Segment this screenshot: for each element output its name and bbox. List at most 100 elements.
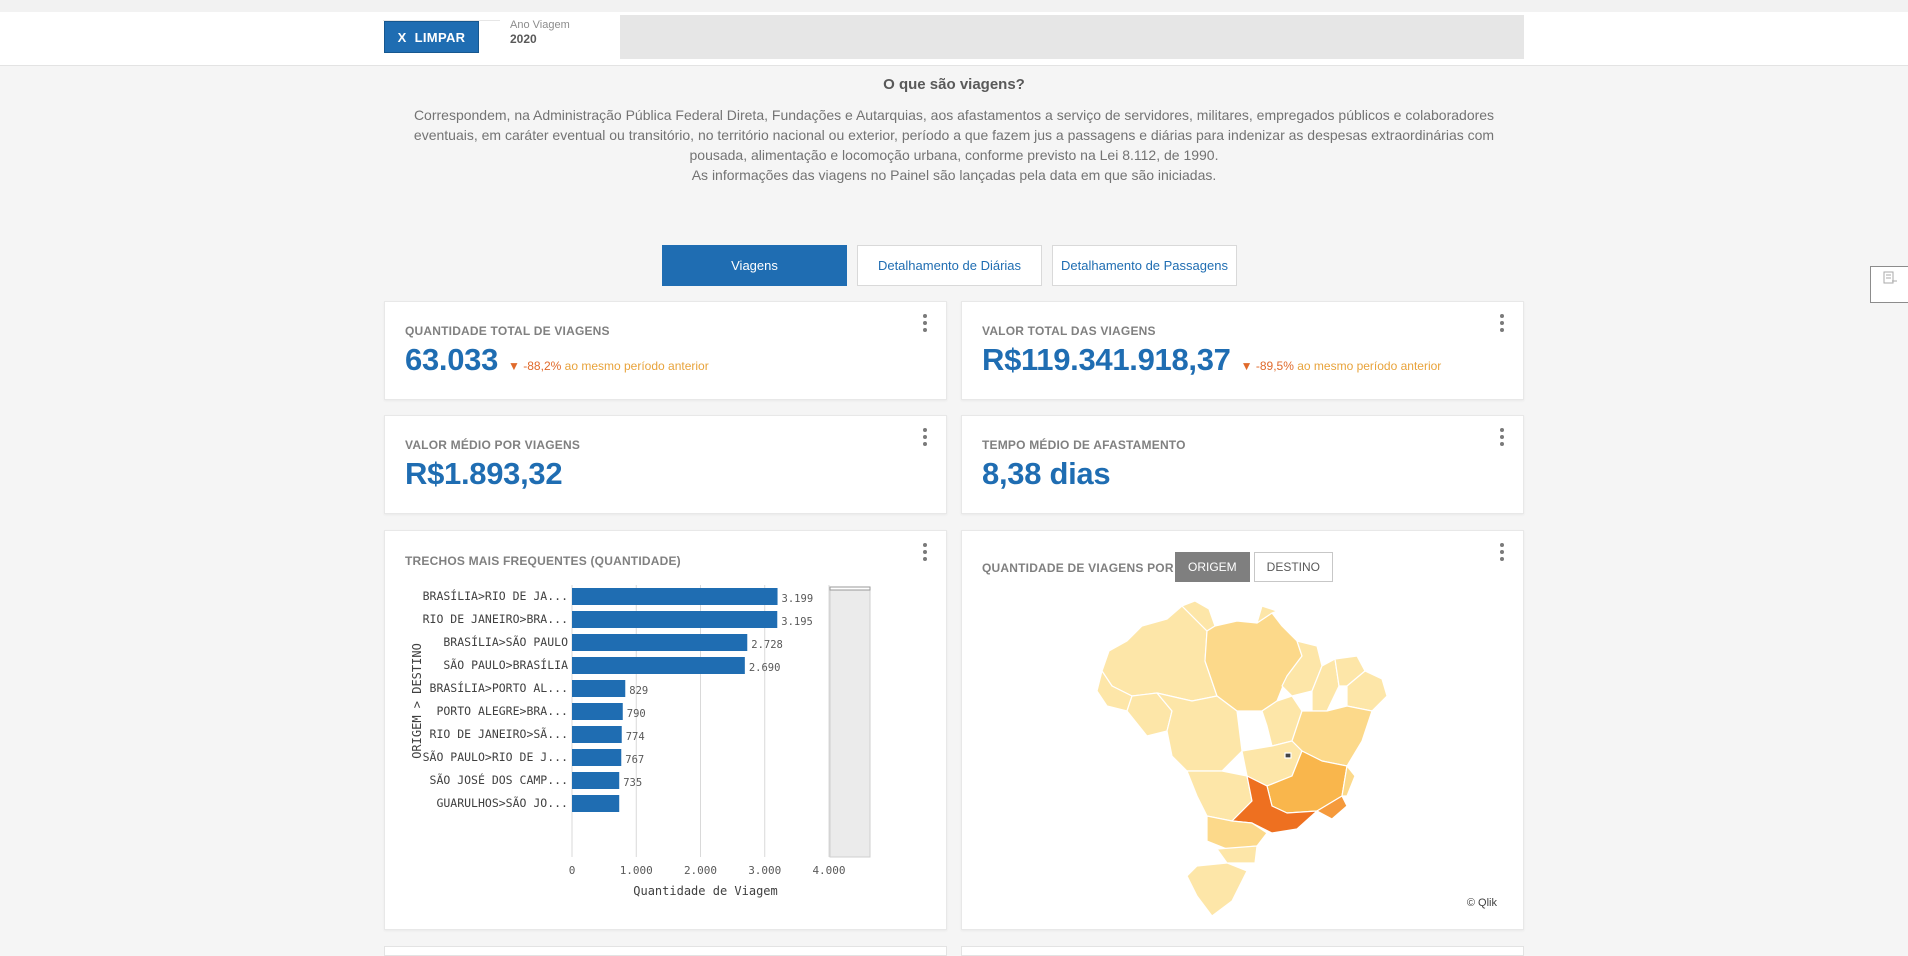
origin-button[interactable]: ORIGEM xyxy=(1175,552,1250,582)
state-df xyxy=(1284,752,1292,759)
down-arrow-icon: ▼ xyxy=(1240,359,1253,373)
year-filter-value: 2020 xyxy=(510,32,537,46)
value-label: 829 xyxy=(629,685,648,697)
more-options-icon[interactable] xyxy=(920,426,930,448)
x-tick-label: 3.000 xyxy=(748,864,781,877)
state-pa xyxy=(1204,612,1303,712)
bar xyxy=(572,703,623,720)
kpi-value: R$119.341.918,37 xyxy=(982,342,1231,377)
filter-placeholder-area xyxy=(620,15,1524,59)
year-filter-label: Ano Viagem xyxy=(510,19,570,31)
intro-line: pousada, alimentação e locomoção urbana,… xyxy=(689,147,1219,163)
more-options-icon[interactable] xyxy=(920,541,930,563)
chart-scrollbar-thumb xyxy=(829,586,871,591)
kpi-card-total-trips: QUANTIDADE TOTAL DE VIAGENS 63.033 ▼ -88… xyxy=(384,301,947,400)
category-label: GUARULHOS>SÃO JO... xyxy=(436,795,568,810)
destination-button[interactable]: DESTINO xyxy=(1253,552,1334,582)
bar xyxy=(572,749,622,766)
bar xyxy=(572,680,626,697)
card-title: TRECHOS MAIS FREQUENTES (QUANTIDADE) xyxy=(405,554,681,568)
intro-text: Correspondem, na Administração Pública F… xyxy=(384,105,1524,185)
value-label: 3.199 xyxy=(782,593,814,605)
view-tabs: Viagens Detalhamento de Diárias Detalham… xyxy=(662,245,1237,286)
kpi-value: R$1.893,32 xyxy=(405,456,563,491)
category-label: RIO DE JANEIRO>BRA... xyxy=(423,612,568,626)
x-tick-label: 0 xyxy=(569,864,576,877)
bar xyxy=(572,634,748,651)
more-options-icon[interactable] xyxy=(1497,426,1507,448)
tab-detalhamento-diarias[interactable]: Detalhamento de Diárias xyxy=(857,245,1042,286)
document-icon xyxy=(1883,271,1897,284)
kpi-delta-text: ao mesmo período anterior xyxy=(564,359,709,373)
value-label: 2.690 xyxy=(749,662,781,674)
bar xyxy=(572,588,778,605)
map-card: QUANTIDADE DE VIAGENS POR ORIGEM DESTINO xyxy=(961,530,1524,930)
tab-viagens[interactable]: Viagens xyxy=(662,245,847,286)
kpi: R$119.341.918,37 ▼ -89,5% ao mesmo perío… xyxy=(982,342,1441,378)
clear-filters-label: LIMPAR xyxy=(414,29,466,45)
x-tick-label: 2.000 xyxy=(684,864,717,877)
year-filter-chip[interactable]: Ano Viagem 2020 xyxy=(500,17,620,57)
next-card-left xyxy=(384,946,947,956)
bar xyxy=(572,772,620,789)
card-title: QUANTIDADE TOTAL DE VIAGENS xyxy=(405,324,610,338)
clear-filters-button[interactable]: X LIMPAR xyxy=(384,21,479,53)
y-axis-label: ORIGEM > DESTINO xyxy=(410,643,424,759)
intro-line: As informações das viagens no Painel são… xyxy=(691,167,1217,183)
kpi-delta-pct: -88,2% xyxy=(523,359,562,373)
tab-detalhamento-passagens[interactable]: Detalhamento de Passagens xyxy=(1052,245,1237,286)
intro-line: Correspondem, na Administração Pública F… xyxy=(413,107,1495,123)
category-label: RIO DE JANEIRO>SÃ... xyxy=(430,726,568,741)
kpi: R$1.893,32 xyxy=(405,456,563,492)
kpi: 8,38 dias xyxy=(982,456,1111,492)
value-label: 774 xyxy=(626,731,645,743)
card-title: QUANTIDADE DE VIAGENS POR xyxy=(982,561,1174,575)
state-mt xyxy=(1156,692,1243,772)
value-label: 735 xyxy=(623,777,642,789)
chart-scrollbar xyxy=(829,586,871,858)
category-label: SÃO JOSÉ DOS CAMP... xyxy=(430,772,568,787)
kpi-delta: ▼ -88,2% ao mesmo período anterior xyxy=(508,359,709,373)
routes-chart-card: TRECHOS MAIS FREQUENTES (QUANTIDADE) 0 1.… xyxy=(384,530,947,930)
bar xyxy=(572,795,620,812)
card-title: VALOR MÉDIO POR VIAGENS xyxy=(405,438,581,452)
card-title: VALOR TOTAL DAS VIAGENS xyxy=(982,324,1156,338)
x-icon: X xyxy=(397,29,407,45)
down-arrow-icon: ▼ xyxy=(508,359,520,373)
origin-destination-toggle: ORIGEM DESTINO xyxy=(1175,552,1334,582)
brazil-map[interactable] xyxy=(1097,601,1387,921)
value-label: 3.195 xyxy=(781,616,813,628)
next-card-right xyxy=(961,946,1524,956)
kpi-card-total-value: VALOR TOTAL DAS VIAGENS R$119.341.918,37… xyxy=(961,301,1524,400)
intro-line: eventuais, em caráter eventual ou transi… xyxy=(413,127,1495,143)
kpi-value: 63.033 xyxy=(405,342,499,377)
value-label: 790 xyxy=(627,708,646,720)
bar xyxy=(572,657,745,674)
routes-bar-chart: 0 1.000 2.000 3.000 4.000 BRASÍLIA>RIO DE JA.… xyxy=(410,585,871,898)
map-credit: © Qlik xyxy=(1466,897,1497,909)
kpi-delta-text: ao mesmo período anterior xyxy=(1297,359,1442,373)
kpi-delta-pct: -89,5% xyxy=(1255,359,1294,373)
bar xyxy=(572,611,778,628)
value-label: 2.728 xyxy=(751,639,783,651)
x-axis-label: Quantidade de Viagem xyxy=(633,884,778,898)
x-tick-label: 4.000 xyxy=(812,864,845,877)
category-label: SÃO PAULO>BRASÍLIA xyxy=(443,657,568,672)
category-label: BRASÍLIA>RIO DE JA... xyxy=(423,588,568,603)
value-label: 767 xyxy=(625,754,644,766)
kpi-card-avg-value: VALOR MÉDIO POR VIAGENS R$1.893,32 xyxy=(384,415,947,514)
x-tick-label: 1.000 xyxy=(620,864,653,877)
category-label: SÃO PAULO>RIO DE J... xyxy=(423,749,568,764)
more-options-icon[interactable] xyxy=(1497,312,1507,334)
state-rs xyxy=(1186,862,1248,917)
state-sc xyxy=(1216,845,1258,864)
bar xyxy=(572,726,622,743)
kpi: 63.033 ▼ -88,2% ao mesmo período anterio… xyxy=(405,342,709,378)
kpi-delta: ▼ -89,5% ao mesmo período anterior xyxy=(1241,359,1442,373)
intro-title: O que são viagens? xyxy=(883,76,1025,93)
side-panel-toggle[interactable] xyxy=(1870,266,1908,303)
more-options-icon[interactable] xyxy=(920,312,930,334)
more-options-icon[interactable] xyxy=(1497,541,1507,563)
category-label: BRASÍLIA>SÃO PAULO xyxy=(443,634,568,649)
kpi-card-avg-time: TEMPO MÉDIO DE AFASTAMENTO 8,38 dias xyxy=(961,415,1524,514)
